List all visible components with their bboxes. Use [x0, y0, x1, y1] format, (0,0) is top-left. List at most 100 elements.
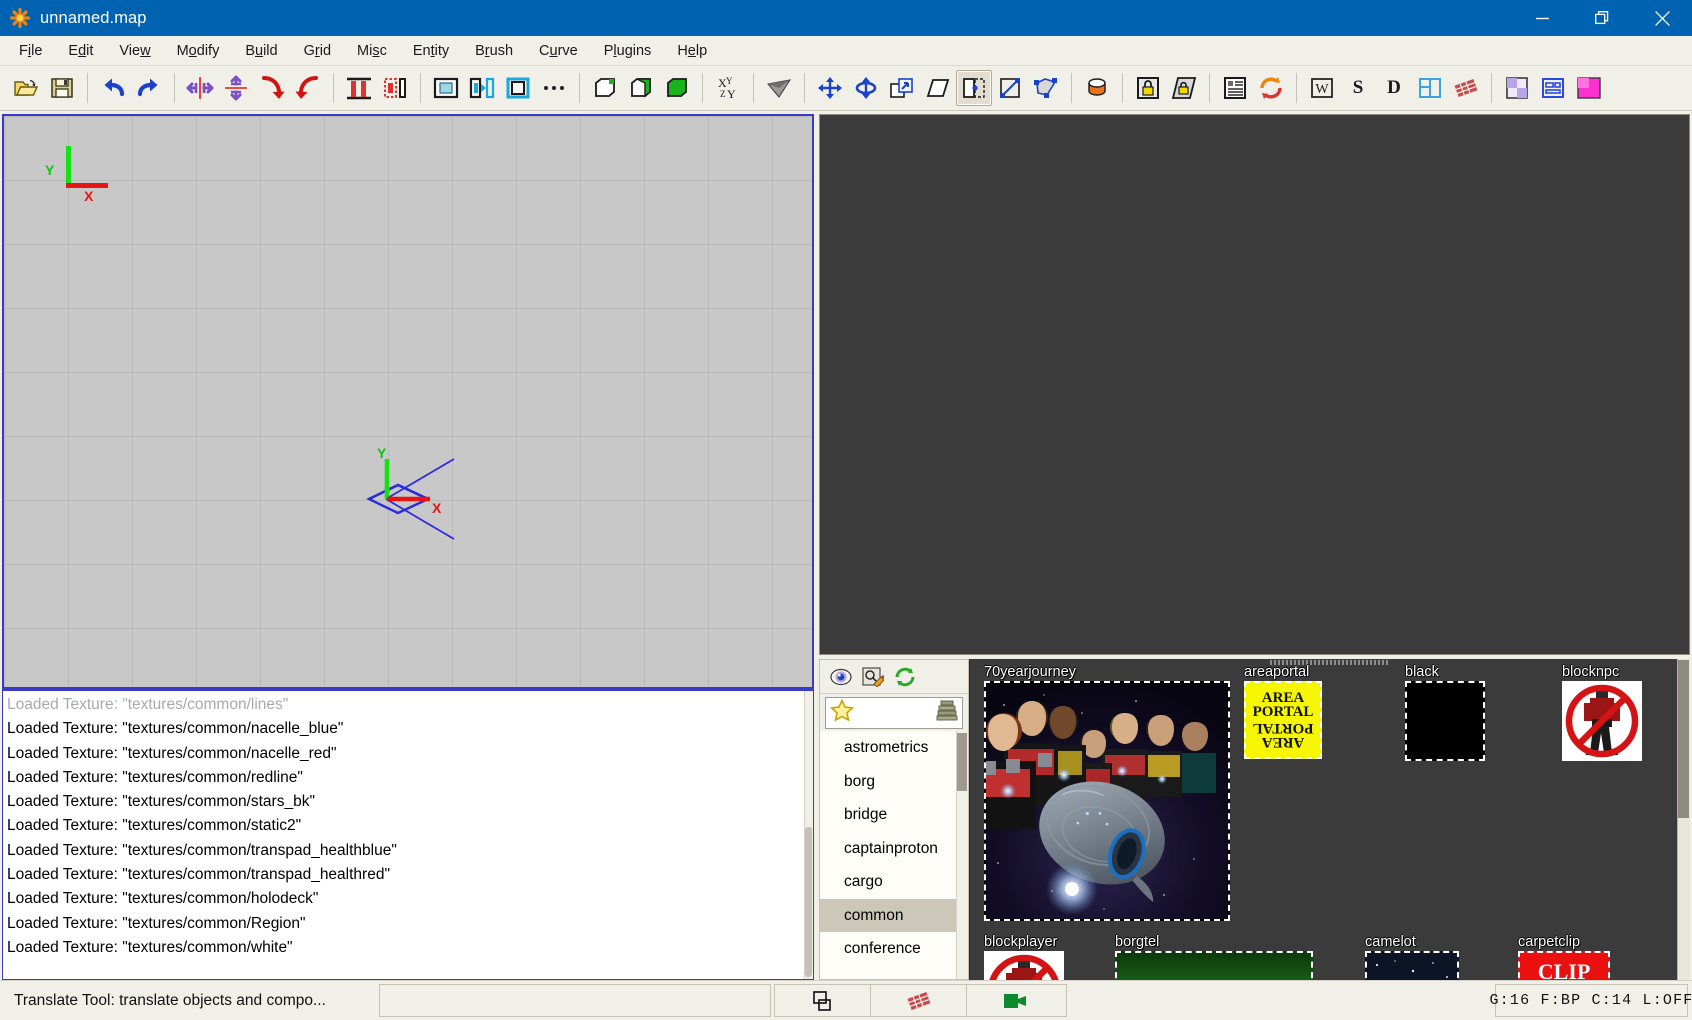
texture-directory-list[interactable]: astrometrics borg bridge captainproton c… [820, 731, 968, 979]
menu-entity[interactable]: Entity [400, 39, 462, 63]
toolbar-separator [1122, 73, 1123, 103]
cylinder-icon[interactable] [1079, 70, 1115, 106]
camera-view-icon[interactable] [761, 70, 797, 106]
texture-cell[interactable]: black [1405, 664, 1485, 761]
texture-dir-item[interactable]: captainproton [820, 832, 968, 866]
texture-dir-item[interactable]: cargo [820, 865, 968, 899]
tag-stack-icon[interactable] [936, 699, 958, 727]
menu-file[interactable]: File [6, 39, 55, 63]
texture-dir-item[interactable]: astrometrics [820, 731, 968, 765]
console-output[interactable]: Loaded Texture: "textures/common/lines" … [2, 689, 814, 980]
console-scrollbar[interactable] [804, 691, 813, 979]
rotate-tool-icon[interactable] [848, 70, 884, 106]
texture-browser-icon[interactable] [1499, 70, 1535, 106]
cubic-clip-on-icon[interactable] [659, 70, 695, 106]
show-detail-icon[interactable]: D [1376, 70, 1412, 106]
color-picker-icon[interactable] [1571, 70, 1607, 106]
texture-cell[interactable]: borgtel [1115, 934, 1313, 980]
open-file-icon[interactable] [8, 70, 44, 106]
cubic-clip-partial-icon[interactable] [623, 70, 659, 106]
restore-button[interactable] [1572, 0, 1632, 36]
texture-swatch-blocknpc[interactable] [1562, 681, 1642, 761]
drag-vertices-icon[interactable] [1028, 70, 1064, 106]
refresh-models-icon[interactable] [1253, 70, 1289, 106]
lock-texture-icon[interactable] [1130, 70, 1166, 106]
select-touching-icon[interactable] [377, 70, 413, 106]
texture-dir-item[interactable]: conference [820, 932, 968, 966]
console-scroll-thumb[interactable] [805, 827, 812, 977]
texture-swatch-black[interactable] [1405, 681, 1485, 761]
flip-horizontal-icon[interactable] [182, 70, 218, 106]
toolbar-separator [87, 73, 88, 103]
cubic-clip-off-icon[interactable] [587, 70, 623, 106]
texture-list-scrollbar[interactable] [956, 731, 968, 979]
xyz-view-icon[interactable]: X Y Z Y [710, 70, 746, 106]
origin-y-axis-line [66, 146, 71, 188]
texture-swatch-areaportal[interactable]: AREA PORTAL AREA PORTAL [1244, 681, 1322, 759]
texture-cell[interactable]: carpetclip CLIP [1518, 934, 1610, 980]
texture-grid-scrollbar[interactable] [1677, 659, 1690, 980]
texture-swatch-camelot[interactable] [1365, 951, 1459, 980]
texture-swatch-blockplayer[interactable] [984, 951, 1064, 980]
flip-vertical-icon[interactable] [218, 70, 254, 106]
texture-cell[interactable]: camelot [1365, 934, 1459, 980]
minimize-button[interactable] [1512, 0, 1572, 36]
camera-3d-view[interactable] [819, 114, 1690, 655]
path-tool-icon[interactable] [992, 70, 1028, 106]
star-favorites-icon[interactable] [829, 698, 855, 727]
menu-plugins[interactable]: Plugins [591, 39, 665, 63]
select-partial-tall-icon[interactable] [464, 70, 500, 106]
show-worldspawn-icon[interactable]: W [1304, 70, 1340, 106]
texture-dir-item-selected[interactable]: common [820, 898, 968, 932]
texture-filter-bar[interactable] [825, 697, 963, 729]
close-button[interactable] [1632, 0, 1692, 36]
texture-cell[interactable]: areaportal AREA PORTAL AREA PORTAL [1244, 664, 1322, 759]
clipper-tool-icon[interactable] [956, 70, 992, 106]
camera-gizmo[interactable]: Y X [356, 441, 466, 551]
toolbar-separator [1209, 73, 1210, 103]
texture-swatch-carpetclip[interactable]: CLIP [1518, 951, 1610, 980]
menu-modify[interactable]: Modify [164, 39, 233, 63]
save-file-icon[interactable] [44, 70, 80, 106]
undo-icon[interactable] [95, 70, 131, 106]
brush-count-icon [775, 985, 871, 1016]
show-clip-icon[interactable] [1448, 70, 1484, 106]
find-replace-texture-icon[interactable] [861, 665, 885, 689]
texture-cell[interactable]: blockplayer [984, 934, 1064, 980]
texture-swatch-borgtel[interactable] [1115, 951, 1313, 980]
entity-inspector-icon[interactable] [1217, 70, 1253, 106]
translate-tool-icon[interactable] [812, 70, 848, 106]
texture-dir-item[interactable]: bridge [820, 798, 968, 832]
rotate-ccw-icon[interactable] [254, 70, 290, 106]
texture-cell[interactable]: blocknpc [1562, 664, 1642, 761]
refresh-textures-icon[interactable] [893, 665, 917, 689]
menu-help[interactable]: Help [664, 39, 720, 63]
texture-list-scroll-thumb[interactable] [957, 733, 967, 791]
menu-edit[interactable]: Edit [55, 39, 106, 63]
redo-icon[interactable] [131, 70, 167, 106]
eye-visibility-icon[interactable] [829, 665, 853, 689]
texture-swatch-grid[interactable]: 70yearjourney areaportal AREA PORTAL ARE… [969, 659, 1690, 980]
menu-grid[interactable]: Grid [291, 39, 344, 63]
texture-grid-scroll-thumb[interactable] [1678, 660, 1689, 818]
rotate-cw-icon[interactable] [290, 70, 326, 106]
select-nudge-icon[interactable] [500, 70, 536, 106]
texture-cell[interactable]: 70yearjourney [984, 664, 1230, 921]
show-patches-icon[interactable] [1412, 70, 1448, 106]
texture-swatch-70yearjourney[interactable] [984, 681, 1230, 921]
shear-tool-icon[interactable] [920, 70, 956, 106]
menu-curve[interactable]: Curve [526, 39, 591, 63]
menu-view[interactable]: View [106, 39, 163, 63]
complete-tall-icon[interactable] [341, 70, 377, 106]
show-structural-icon[interactable]: S [1340, 70, 1376, 106]
xy-grid-view[interactable]: Y X Y X [2, 114, 814, 689]
menu-misc[interactable]: Misc [344, 39, 400, 63]
surface-inspector-icon[interactable] [1535, 70, 1571, 106]
menu-build[interactable]: Build [232, 39, 290, 63]
scale-tool-icon[interactable] [884, 70, 920, 106]
texture-dir-item[interactable]: borg [820, 765, 968, 799]
lock-texture-rotation-icon[interactable] [1166, 70, 1202, 106]
menu-brush[interactable]: Brush [462, 39, 526, 63]
overflow-ellipsis-icon[interactable] [536, 70, 572, 106]
select-inside-icon[interactable] [428, 70, 464, 106]
